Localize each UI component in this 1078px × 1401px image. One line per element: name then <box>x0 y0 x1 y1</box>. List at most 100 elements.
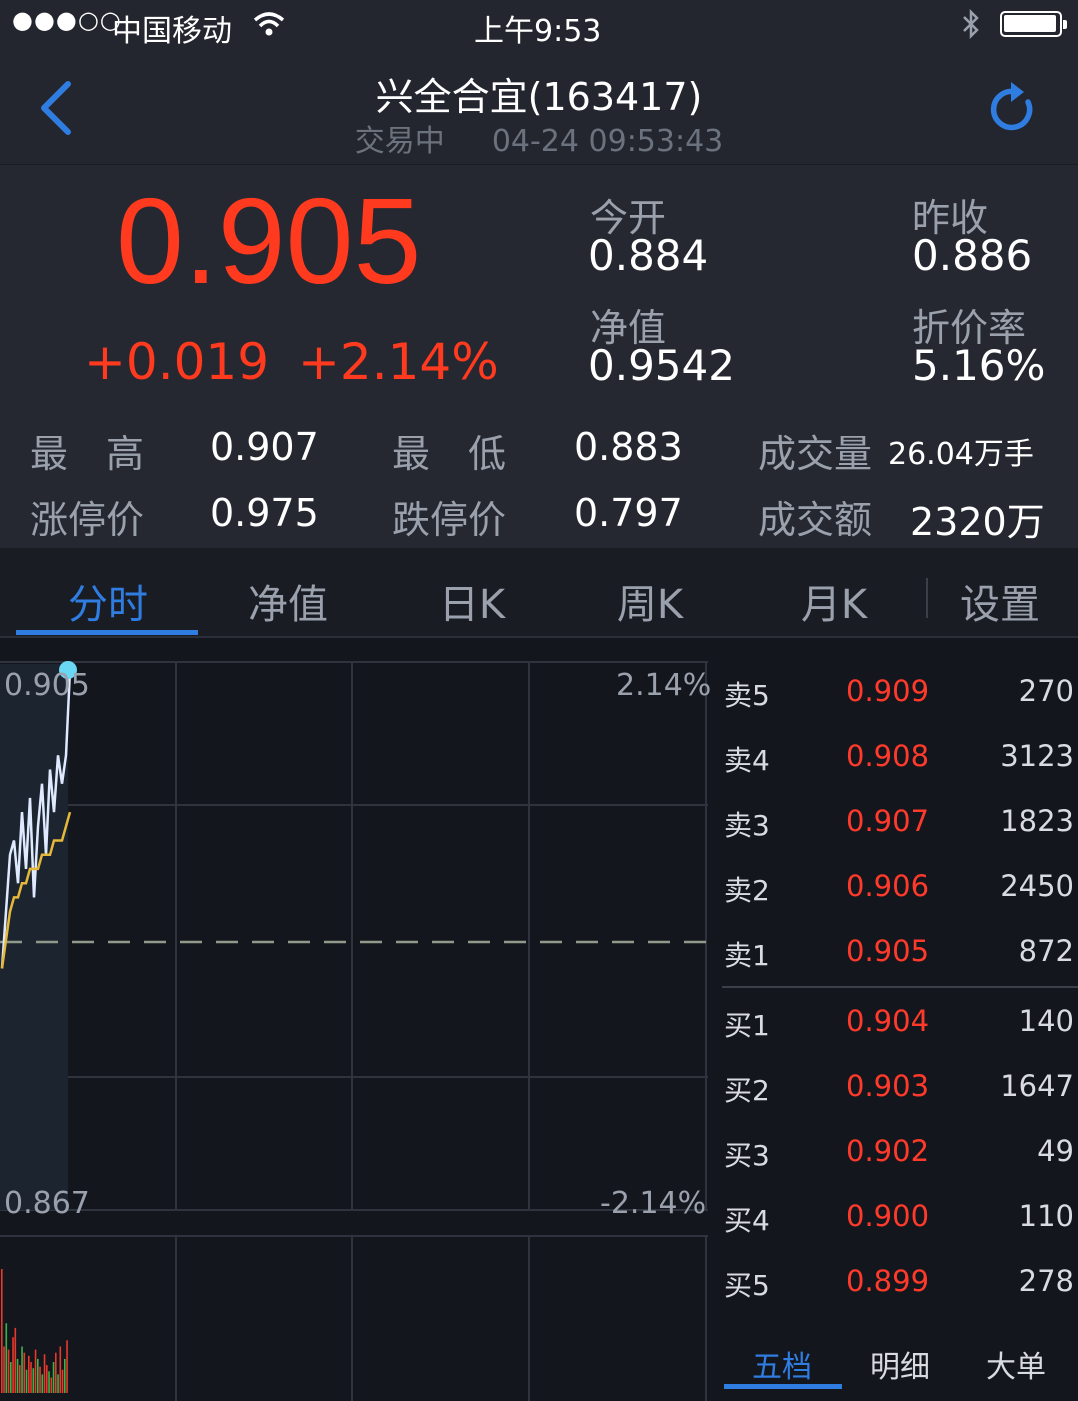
bid-label: 买2 <box>724 1074 770 1107</box>
bid-volume: 278 <box>1018 1264 1074 1298</box>
tab-intraday[interactable]: 分时 <box>20 572 196 630</box>
volume-bar <box>10 1362 12 1393</box>
volume-bar <box>37 1358 39 1393</box>
signal-strength-icon: ●●●○○ <box>12 6 122 34</box>
volume-bar <box>21 1346 23 1393</box>
ask-label: 卖1 <box>724 939 770 972</box>
price-change: +0.019 <box>84 333 270 391</box>
active-tab-indicator <box>16 630 198 635</box>
ask-volume: 3123 <box>1000 739 1074 773</box>
volume-value: 26.04万手 <box>888 437 1034 472</box>
level2-tab-indicator <box>724 1384 842 1389</box>
refresh-icon[interactable] <box>986 80 1040 136</box>
bid-volume: 110 <box>1018 1199 1074 1233</box>
tab-settings[interactable]: 设置 <box>930 572 1070 630</box>
elapsed-time-shade <box>0 664 68 1210</box>
bid-label: 买3 <box>724 1139 770 1172</box>
turnover-value: 2320万 <box>910 500 1045 544</box>
turnover-label: 成交额 <box>758 498 873 542</box>
low-label: 最 低 <box>392 432 507 476</box>
bid-price: 0.902 <box>846 1134 930 1168</box>
volume-bar <box>55 1352 57 1393</box>
intraday-chart[interactable] <box>0 640 712 1401</box>
ask-label: 卖3 <box>724 809 770 842</box>
status-time: 上午9:53 <box>474 14 602 49</box>
volume-bar <box>48 1371 50 1393</box>
bluetooth-icon <box>963 8 979 40</box>
ask-volume: 872 <box>1018 934 1074 968</box>
volume-bar <box>3 1346 5 1393</box>
tab-big-orders[interactable]: 大单 <box>986 1342 1046 1386</box>
bid-row[interactable]: 买1 0.904 140 <box>712 1000 1078 1050</box>
volume-bar <box>16 1358 19 1393</box>
tab-nav[interactable]: 净值 <box>200 572 376 630</box>
volume-bar <box>61 1369 64 1393</box>
last-price: 0.905 <box>116 173 422 309</box>
axis-max-price: 0.905 <box>4 668 90 703</box>
volume-bars <box>1 1269 68 1393</box>
tab-monthly-k[interactable]: 月K <box>746 572 922 630</box>
volume-bar <box>50 1377 53 1393</box>
volume-bar <box>57 1374 59 1393</box>
tab-weekly-k[interactable]: 周K <box>562 572 738 630</box>
volume-bar <box>39 1366 41 1393</box>
ask-label: 卖4 <box>724 744 770 777</box>
volume-bar <box>7 1349 10 1393</box>
bid-volume: 140 <box>1018 1004 1074 1038</box>
limit-down-value: 0.797 <box>574 491 683 535</box>
volume-bar <box>1 1269 3 1393</box>
chart-area: 0.905 0.867 2.14% -2.14% 卖5 0.909 270 卖4 0.9… <box>0 640 1078 1401</box>
bid-volume: 1647 <box>1000 1069 1074 1103</box>
order-book-divider <box>722 986 1078 988</box>
volume-bar <box>59 1346 62 1393</box>
chart-grid <box>0 661 708 1401</box>
tab-daily-k[interactable]: 日K <box>384 572 560 630</box>
axis-max-pct: 2.14% <box>616 668 712 703</box>
ask-price: 0.909 <box>846 674 930 708</box>
nav-bar: 兴全合宜(163417) 交易中 04-24 09:53:43 <box>0 50 1078 164</box>
ask-price: 0.908 <box>846 739 930 773</box>
ask-volume: 2450 <box>1000 869 1074 903</box>
volume-bar <box>12 1337 14 1393</box>
volume-bar <box>19 1365 21 1393</box>
bid-price: 0.903 <box>846 1069 930 1103</box>
volume-bar <box>64 1358 66 1393</box>
limit-up-label: 涨停价 <box>30 498 145 542</box>
bid-price: 0.904 <box>846 1004 930 1038</box>
bid-row[interactable]: 买5 0.899 278 <box>712 1260 1078 1310</box>
limit-up-value: 0.975 <box>210 491 319 535</box>
bid-price: 0.899 <box>846 1264 930 1298</box>
ask-row[interactable]: 卖3 0.907 1823 <box>712 800 1078 850</box>
tab-details[interactable]: 明细 <box>870 1342 930 1386</box>
axis-min-pct: -2.14% <box>600 1186 707 1221</box>
ask-row[interactable]: 卖1 0.905 872 <box>712 930 1078 980</box>
volume-bar <box>66 1340 68 1393</box>
ask-row[interactable]: 卖2 0.906 2450 <box>712 865 1078 915</box>
volume-bar <box>28 1355 30 1393</box>
carrier-name: 中国移动 <box>112 14 232 49</box>
open-value: 0.884 <box>588 231 709 280</box>
tab-level2[interactable]: 五档 <box>752 1342 812 1386</box>
battery-icon <box>1000 11 1067 37</box>
tab-divider <box>926 578 928 618</box>
low-value: 0.883 <box>574 425 683 469</box>
volume-bar <box>52 1362 55 1393</box>
ask-row[interactable]: 卖4 0.908 3123 <box>712 735 1078 785</box>
trade-status: 交易中 <box>354 124 445 159</box>
bid-row[interactable]: 买2 0.903 1647 <box>712 1065 1078 1115</box>
limit-down-label: 跌停价 <box>392 498 507 542</box>
volume-bar <box>30 1362 32 1393</box>
price-change-pct: +2.14% <box>298 333 499 391</box>
ask-volume: 1823 <box>1000 804 1074 838</box>
discount-value: 5.16% <box>912 341 1046 390</box>
ask-volume: 270 <box>1018 674 1074 708</box>
bid-volume: 49 <box>1037 1134 1074 1168</box>
ask-row[interactable]: 卖5 0.909 270 <box>712 670 1078 720</box>
bid-row[interactable]: 买4 0.900 110 <box>712 1195 1078 1245</box>
trade-info: 交易中 04-24 09:53:43 <box>0 116 1078 160</box>
bid-row[interactable]: 买3 0.902 49 <box>712 1130 1078 1180</box>
ask-label: 卖5 <box>724 679 770 712</box>
volume-label: 成交量 <box>758 432 873 476</box>
wifi-icon <box>253 12 285 36</box>
bid-label: 买1 <box>724 1009 770 1042</box>
